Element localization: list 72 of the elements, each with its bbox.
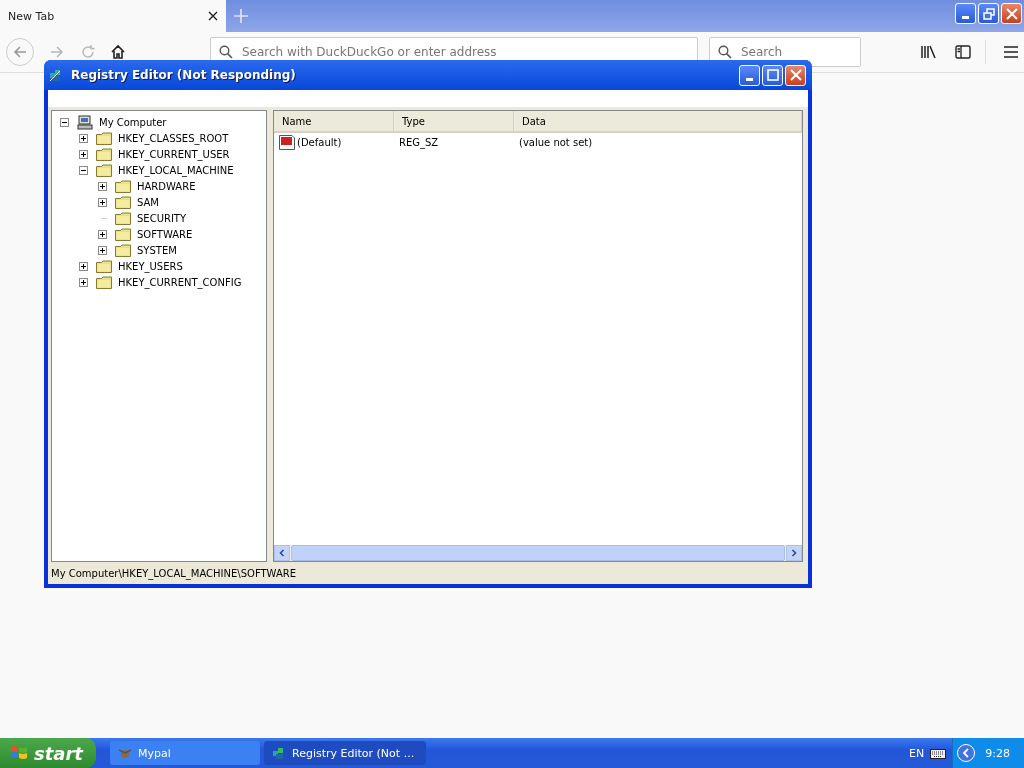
close-icon: [1005, 7, 1018, 20]
close-button[interactable]: [1001, 3, 1022, 24]
status-bar-text: My Computer\HKEY_LOCAL_MACHINE\SOFTWARE: [51, 567, 297, 579]
back-arrow-icon: [12, 44, 28, 60]
folder-icon: [96, 131, 112, 145]
tree-item[interactable]: HKEY_USERS: [118, 260, 183, 272]
minimize-button[interactable]: [739, 64, 760, 86]
registry-icon: [272, 746, 286, 760]
tree-item[interactable]: HKEY_LOCAL_MACHINE: [118, 164, 234, 176]
expand-icon[interactable]: [79, 261, 88, 271]
close-button[interactable]: [785, 64, 806, 86]
expand-icon[interactable]: [79, 149, 88, 159]
tree-item[interactable]: SAM: [137, 196, 159, 208]
column-header[interactable]: Data: [514, 111, 802, 131]
windows-logo-icon: [10, 744, 28, 762]
tree-item[interactable]: HKEY_CLASSES_ROOT: [118, 132, 229, 144]
window-title: Registry Editor (Not Responding): [71, 68, 296, 82]
collapse-icon[interactable]: [79, 165, 88, 175]
minimize-button[interactable]: [955, 3, 976, 24]
collapse-icon[interactable]: [60, 117, 69, 127]
column-header[interactable]: Name: [274, 111, 394, 131]
folder-icon: [96, 275, 112, 289]
language-indicator[interactable]: EN: [909, 746, 925, 760]
folder-icon: [115, 211, 131, 225]
clock: 9:28: [985, 746, 1010, 760]
value-name[interactable]: (Default): [297, 136, 342, 148]
expand-icon[interactable]: [98, 229, 107, 239]
browser-app-icon: [118, 746, 132, 760]
keyboard-icon[interactable]: [930, 747, 947, 759]
maximize-button[interactable]: [762, 64, 783, 86]
browser-tab[interactable]: New Tab: [0, 0, 226, 32]
folder-icon: [96, 147, 112, 161]
start-button[interactable]: start: [0, 738, 96, 768]
sidebar-icon[interactable]: [955, 45, 971, 59]
search-icon: [219, 45, 233, 59]
folder-icon: [115, 179, 131, 193]
library-icon[interactable]: [921, 45, 937, 59]
folder-icon: [96, 163, 112, 177]
expand-icon[interactable]: [79, 133, 88, 143]
string-value-icon: [279, 134, 295, 150]
restore-button[interactable]: [978, 3, 999, 24]
folder-icon: [115, 227, 131, 241]
tree-item[interactable]: SECURITY: [137, 212, 187, 224]
expand-icon[interactable]: [98, 197, 107, 207]
tree-item[interactable]: SOFTWARE: [137, 228, 193, 240]
maximize-icon: [766, 69, 779, 81]
chevron-left-icon: [962, 748, 971, 758]
search-icon: [718, 45, 732, 59]
expand-icon[interactable]: [98, 181, 107, 191]
computer-icon: [77, 114, 93, 130]
home-icon[interactable]: [110, 44, 126, 60]
tree-item[interactable]: SYSTEM: [137, 244, 177, 256]
folder-icon: [115, 243, 131, 257]
close-icon: [789, 69, 802, 81]
menu-icon[interactable]: [1004, 46, 1018, 58]
tree-item[interactable]: HKEY_CURRENT_USER: [118, 148, 230, 160]
tree-item[interactable]: HKEY_CURRENT_CONFIG: [118, 276, 242, 288]
folder-icon: [96, 259, 112, 273]
folder-icon: [115, 195, 131, 209]
horizontal-scrollbar[interactable]: [274, 545, 802, 561]
tree-item[interactable]: My Computer: [99, 116, 167, 128]
taskbar-button[interactable]: Mypal: [110, 741, 260, 765]
column-header[interactable]: Type: [394, 111, 514, 131]
show-hidden-icons-button[interactable]: [957, 744, 976, 762]
taskbar-button[interactable]: Registry Editor (Not ...: [264, 741, 426, 765]
restore-icon: [982, 7, 995, 20]
tree-item[interactable]: HARDWARE: [137, 180, 196, 192]
expand-icon[interactable]: [79, 277, 88, 287]
expand-icon[interactable]: [98, 245, 107, 255]
value-type: REG_SZ: [398, 136, 440, 148]
value-data: (value not set): [518, 136, 594, 148]
close-icon[interactable]: [208, 11, 218, 21]
